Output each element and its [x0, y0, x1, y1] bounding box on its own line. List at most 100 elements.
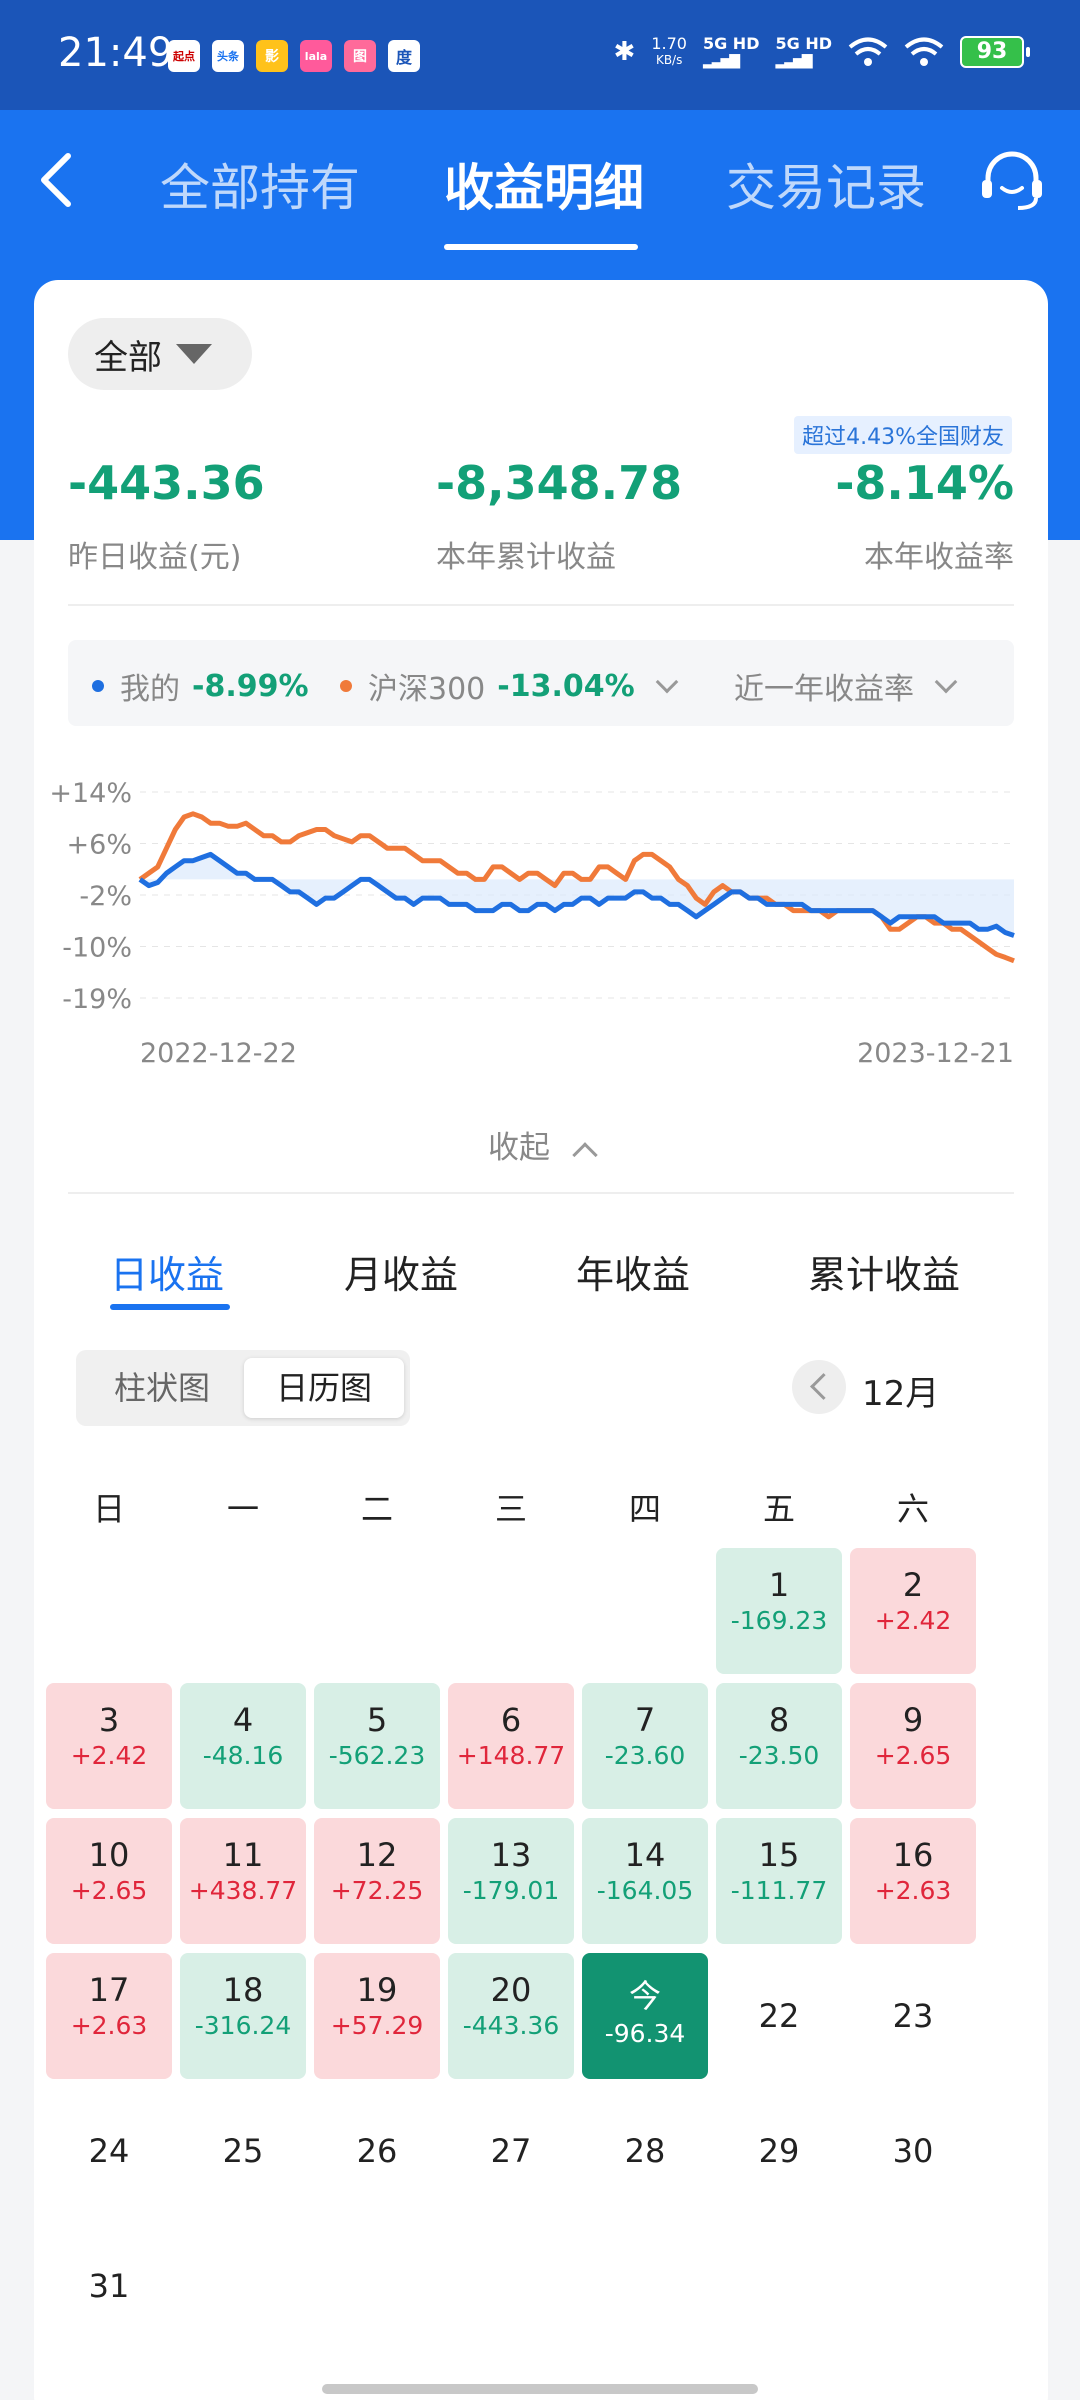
tab-yearly-earnings[interactable]: 年收益	[576, 1244, 690, 1299]
collapse-chart-button[interactable]: 收起	[34, 1122, 1048, 1168]
chevron-down-icon	[655, 670, 678, 694]
calendar-day[interactable]: 26	[314, 2088, 440, 2214]
customer-service-icon[interactable]	[978, 148, 1046, 216]
tab-active-indicator	[444, 244, 638, 250]
tab-daily-earnings[interactable]: 日收益	[110, 1244, 224, 1299]
calendar-day-number: 3	[98, 1701, 120, 1739]
signal-sim1: 5G HD ▂▃▅▇	[702, 34, 760, 69]
bluetooth-icon: ✱	[613, 36, 636, 67]
calendar-day-number: 4	[232, 1701, 254, 1739]
calendar-day-number: 12	[356, 1836, 398, 1874]
period-selector[interactable]: 近一年收益率	[734, 664, 958, 708]
calendar-day[interactable]: 10 +2.65	[46, 1818, 172, 1944]
calendar-day-earnings: -316.24	[194, 2011, 292, 2040]
calendar-day[interactable]: 15 -111.77	[716, 1818, 842, 1944]
calendar-day[interactable]: 3 +2.42	[46, 1683, 172, 1809]
period-tab-indicator	[110, 1304, 230, 1310]
filter-dropdown[interactable]: 全部	[68, 318, 252, 390]
returns-line-chart: +14% +6% -2% -10% -19% 2022-12-22 2023-12-21	[49, 778, 1015, 1069]
prev-month-button[interactable]	[792, 1360, 846, 1414]
calendar-day[interactable]: 6 +148.77	[448, 1683, 574, 1809]
calendar-day-number: 23	[892, 1997, 934, 2035]
net-speed: 1.70 KB/s	[651, 33, 687, 67]
app-icon-lala: lala	[300, 40, 332, 72]
tab-transaction-records[interactable]: 交易记录	[726, 148, 926, 220]
calendar-day[interactable]: 19 +57.29	[314, 1953, 440, 2079]
calendar-day-number: 28	[624, 2132, 666, 2170]
calendar-day[interactable]: 今 -96.34	[582, 1953, 708, 2079]
earnings-card: 全部 超过4.43%全国财友 -443.36 昨日收益(元) -8,348.78…	[34, 280, 1048, 2400]
weekday-header: 日	[92, 1490, 125, 1528]
calendar-day[interactable]: 27	[448, 2088, 574, 2214]
tab-cumulative-earnings[interactable]: 累计收益	[808, 1244, 960, 1299]
legend-mine: 我的 -8.99%	[92, 664, 309, 708]
tab-all-holdings[interactable]: 全部持有	[160, 148, 360, 220]
status-time: 21:49	[58, 30, 174, 76]
calendar-day-number: 25	[222, 2132, 264, 2170]
calendar-day[interactable]: 12 +72.25	[314, 1818, 440, 1944]
calendar-day-earnings: +2.42	[874, 1606, 952, 1635]
calendar-day[interactable]: 22	[716, 1953, 842, 2079]
calendar-day-earnings: -164.05	[596, 1876, 694, 1905]
divider	[68, 1192, 1014, 1194]
calendar-day[interactable]: 25	[180, 2088, 306, 2214]
calendar-day[interactable]: 18 -316.24	[180, 1953, 306, 2079]
calendar-day-earnings: +72.25	[330, 1876, 424, 1905]
app-icon-video: 影	[256, 40, 288, 72]
weekday-header: 五	[762, 1490, 795, 1528]
calendar-day-number: 17	[88, 1971, 130, 2009]
calendar-day[interactable]: 28	[582, 2088, 708, 2214]
calendar-day-earnings: -23.50	[738, 1741, 820, 1770]
wifi-icon-2	[904, 37, 944, 66]
calendar-day-number: 26	[356, 2132, 398, 2170]
calendar-day[interactable]: 29	[716, 2088, 842, 2214]
app-icon-toutiao: 头条	[212, 40, 244, 72]
calendar-day-number: 24	[88, 2132, 130, 2170]
calendar-day-earnings: -169.23	[730, 1606, 828, 1635]
x-start-label: 2022-12-22	[140, 1038, 297, 1069]
calendar-day-number: 7	[634, 1701, 656, 1739]
calendar-day[interactable]: 13 -179.01	[448, 1818, 574, 1944]
tab-monthly-earnings[interactable]: 月收益	[344, 1244, 458, 1299]
app-icon-du: 度	[388, 40, 420, 72]
tab-earnings-detail[interactable]: 收益明细	[444, 148, 644, 220]
calendar-day-number: 13	[490, 1836, 532, 1874]
legend-dot-mine	[92, 680, 104, 692]
calendar-day-earnings: +2.42	[70, 1741, 148, 1770]
filter-label: 全部	[94, 337, 162, 378]
calendar-day-number: 30	[892, 2132, 934, 2170]
calendar-day[interactable]: 1 -169.23	[716, 1548, 842, 1674]
calendar-day[interactable]: 14 -164.05	[582, 1818, 708, 1944]
calendar-day[interactable]: 30	[850, 2088, 976, 2214]
calendar-day-earnings: +57.29	[330, 2011, 424, 2040]
back-arrow-icon[interactable]	[34, 150, 78, 210]
calendar-day[interactable]: 7 -23.60	[582, 1683, 708, 1809]
calendar-day[interactable]: 2 +2.42	[850, 1548, 976, 1674]
calendar-day[interactable]: 5 -562.23	[314, 1683, 440, 1809]
calendar-day-earnings: -111.77	[730, 1876, 828, 1905]
calendar-day[interactable]: 20 -443.36	[448, 1953, 574, 2079]
calendar-day[interactable]: 9 +2.65	[850, 1683, 976, 1809]
toggle-calendar[interactable]: 日历图	[244, 1358, 404, 1418]
calendar-day[interactable]: 31	[46, 2223, 172, 2349]
chevron-up-icon	[572, 1142, 598, 1168]
calendar-day[interactable]: 23	[850, 1953, 976, 2079]
calendar-day-earnings: +2.65	[70, 1876, 148, 1905]
wifi-icon	[848, 37, 888, 66]
calendar-day-earnings: -179.01	[462, 1876, 560, 1905]
calendar-day-number: 16	[892, 1836, 934, 1874]
legend-index-selector[interactable]: 沪深300 -13.04%	[340, 664, 678, 708]
calendar-day[interactable]: 16 +2.63	[850, 1818, 976, 1944]
status-right: ✱ 1.70 KB/s 5G HD ▂▃▅▇ 5G HD ▂▃▅▇ 93	[613, 33, 1030, 69]
home-indicator[interactable]	[322, 2384, 758, 2394]
yesterday-earnings-value: -443.36	[68, 456, 265, 510]
calendar-day[interactable]: 11 +438.77	[180, 1818, 306, 1944]
ytd-return-label: 本年收益率	[864, 540, 1014, 575]
calendar-day[interactable]: 17 +2.63	[46, 1953, 172, 2079]
calendar-day[interactable]: 24	[46, 2088, 172, 2214]
calendar-day[interactable]: 4 -48.16	[180, 1683, 306, 1809]
toggle-bar-chart[interactable]: 柱状图	[82, 1358, 242, 1418]
calendar-day-number: 22	[758, 1997, 800, 2035]
calendar-day[interactable]: 8 -23.50	[716, 1683, 842, 1809]
calendar-day-number: 27	[490, 2132, 532, 2170]
